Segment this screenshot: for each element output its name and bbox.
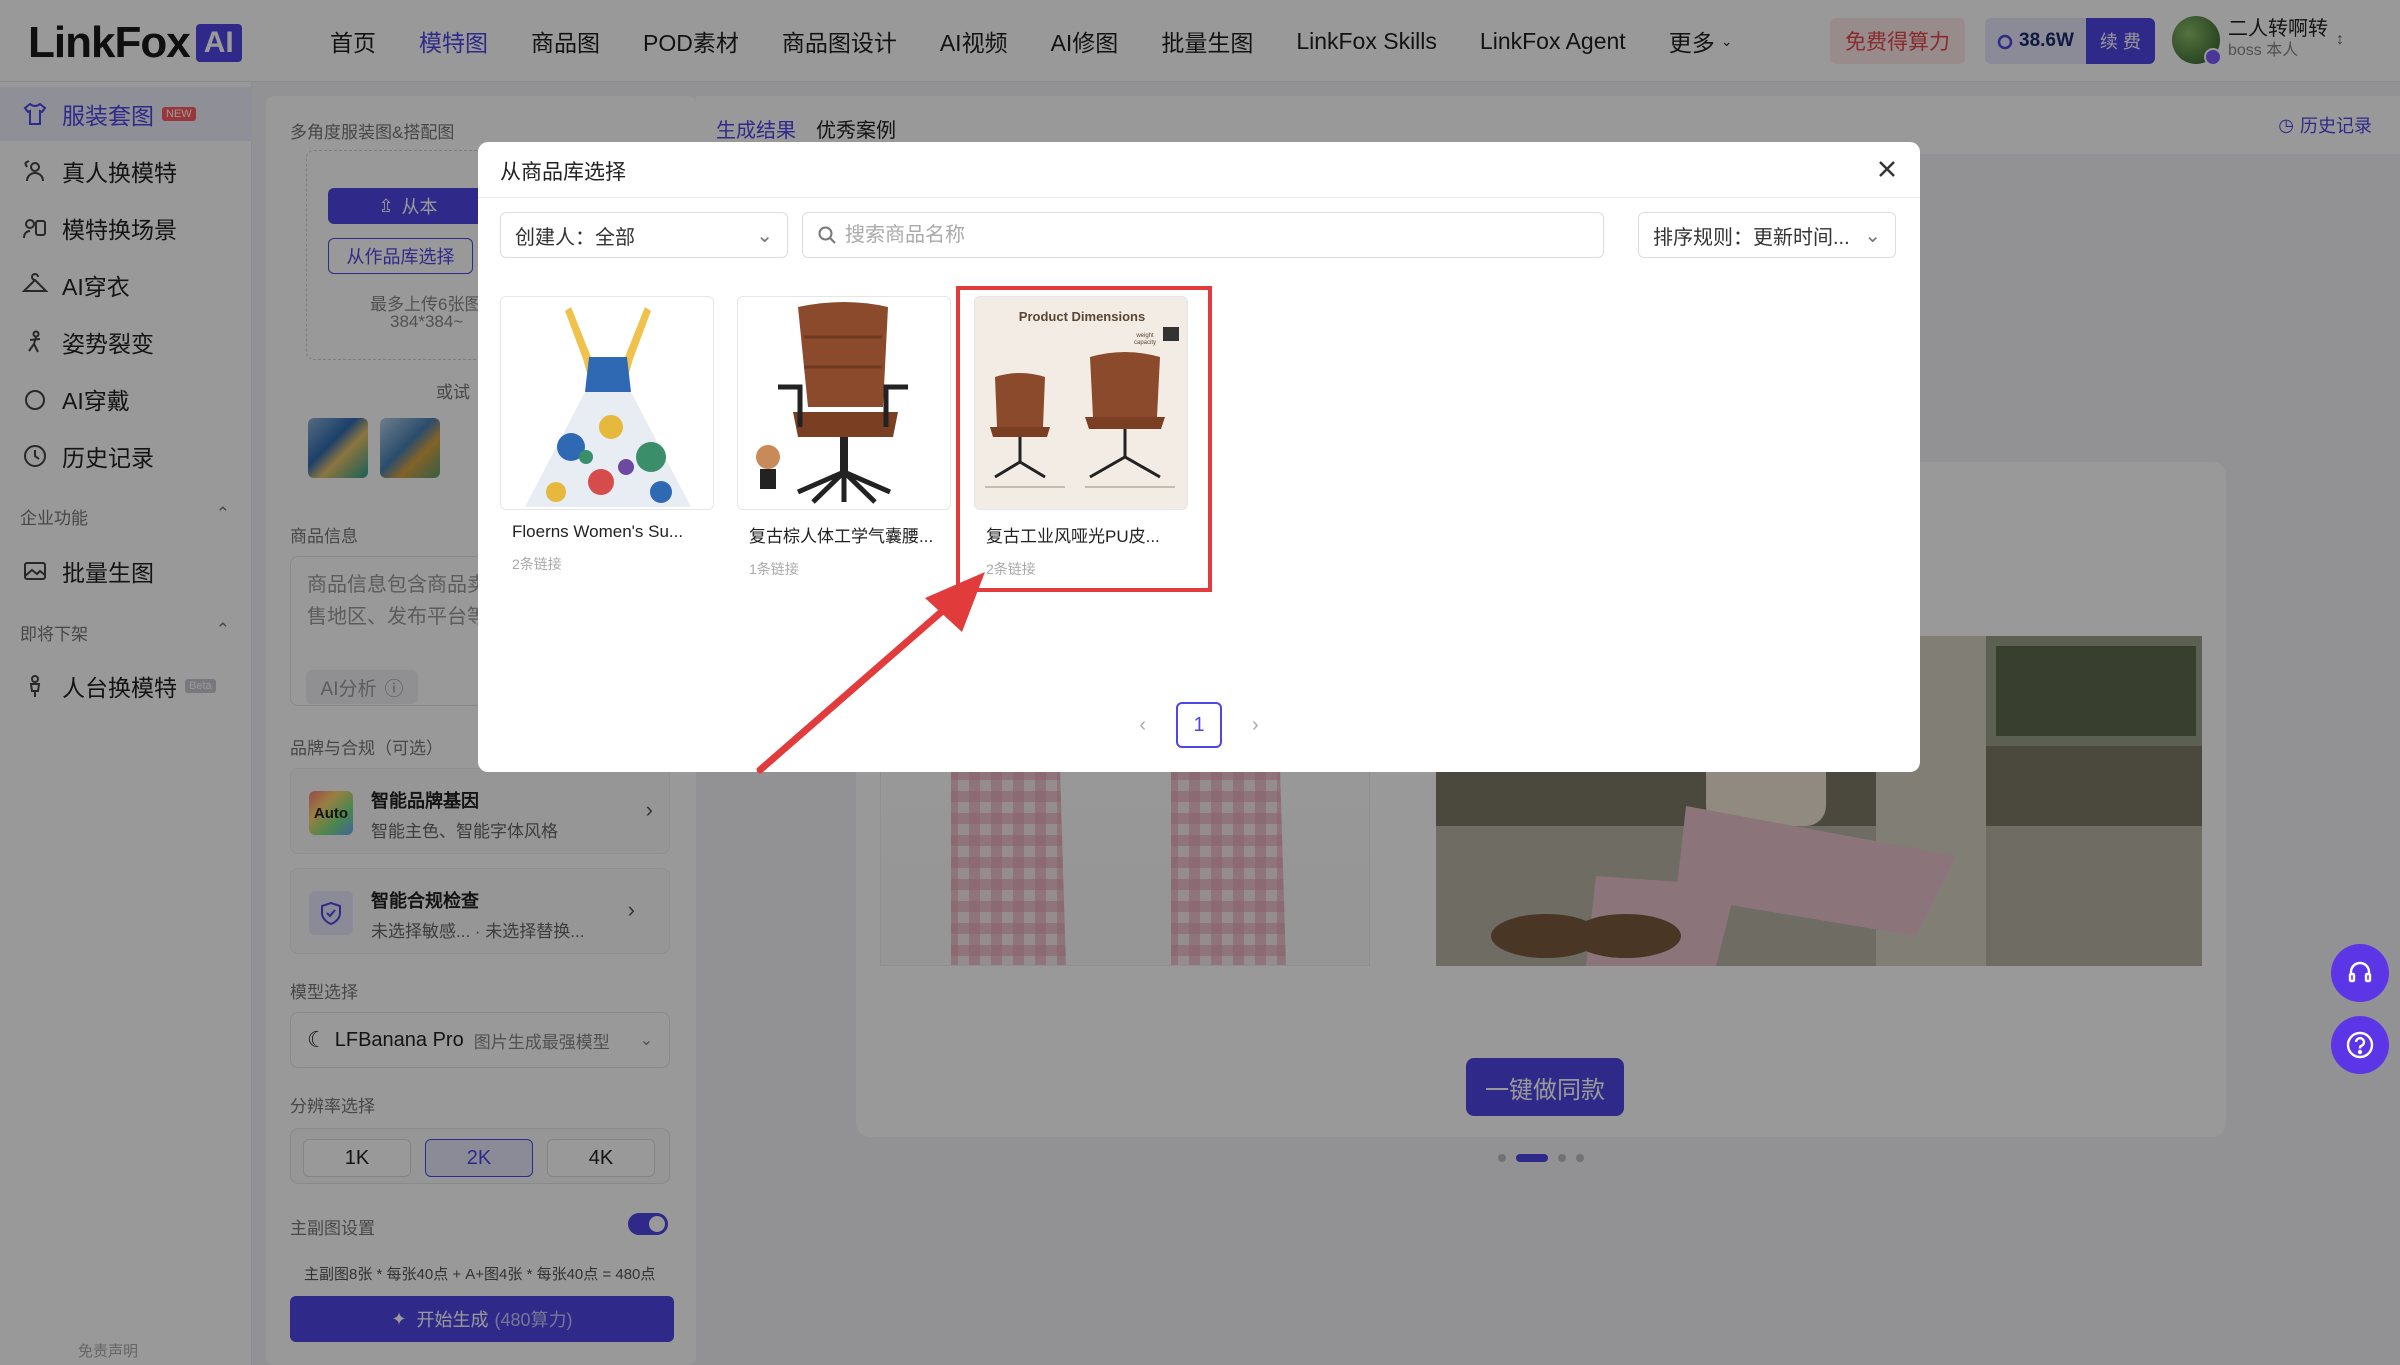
sort-value: 排序规则：更新时间... [1653, 226, 1850, 249]
product-card[interactable]: Floerns Women's Su... 2条链接 [500, 296, 714, 576]
modal-header: 从商品库选择 [478, 142, 1920, 198]
close-icon[interactable] [1874, 156, 1900, 182]
customer-service-button[interactable] [2331, 944, 2389, 1002]
creator-filter-value: 创建人：全部 [515, 226, 635, 249]
chevron-down-icon: ⌄ [1864, 224, 1881, 247]
product-name: 复古棕人体工学气囊腰... [749, 527, 934, 546]
product-name: Floerns Women's Su... [512, 522, 684, 541]
product-card[interactable]: 复古棕人体工学气囊腰... 1条链接 [737, 296, 951, 577]
chevron-down-icon: ⌄ [756, 224, 773, 247]
creator-filter-select[interactable]: 创建人：全部 ⌄ [500, 212, 788, 258]
sort-select[interactable]: 排序规则：更新时间... ⌄ [1638, 212, 1896, 258]
product-search-box[interactable] [802, 212, 1604, 258]
pagination: ‹ 1 › [478, 702, 1920, 748]
next-page-icon[interactable]: › [1252, 714, 1259, 737]
selection-highlight-box [956, 286, 1212, 592]
product-link-count: 2条链接 [512, 556, 562, 572]
question-icon [2346, 1031, 2374, 1059]
pointer-arrow-annotation [756, 572, 985, 774]
help-button[interactable] [2331, 1016, 2389, 1074]
modal-title: 从商品库选择 [500, 161, 626, 184]
product-library-modal: 从商品库选择 创建人：全部 ⌄ 排序规则：更新时间... ⌄ Floerns W [478, 142, 1920, 772]
product-image-dress [500, 296, 714, 510]
search-icon [818, 226, 836, 244]
product-image-office-chair [737, 296, 951, 510]
page-number[interactable]: 1 [1176, 702, 1222, 748]
search-input[interactable] [845, 223, 1585, 247]
headset-icon [2348, 961, 2372, 983]
prev-page-icon[interactable]: ‹ [1139, 714, 1146, 737]
